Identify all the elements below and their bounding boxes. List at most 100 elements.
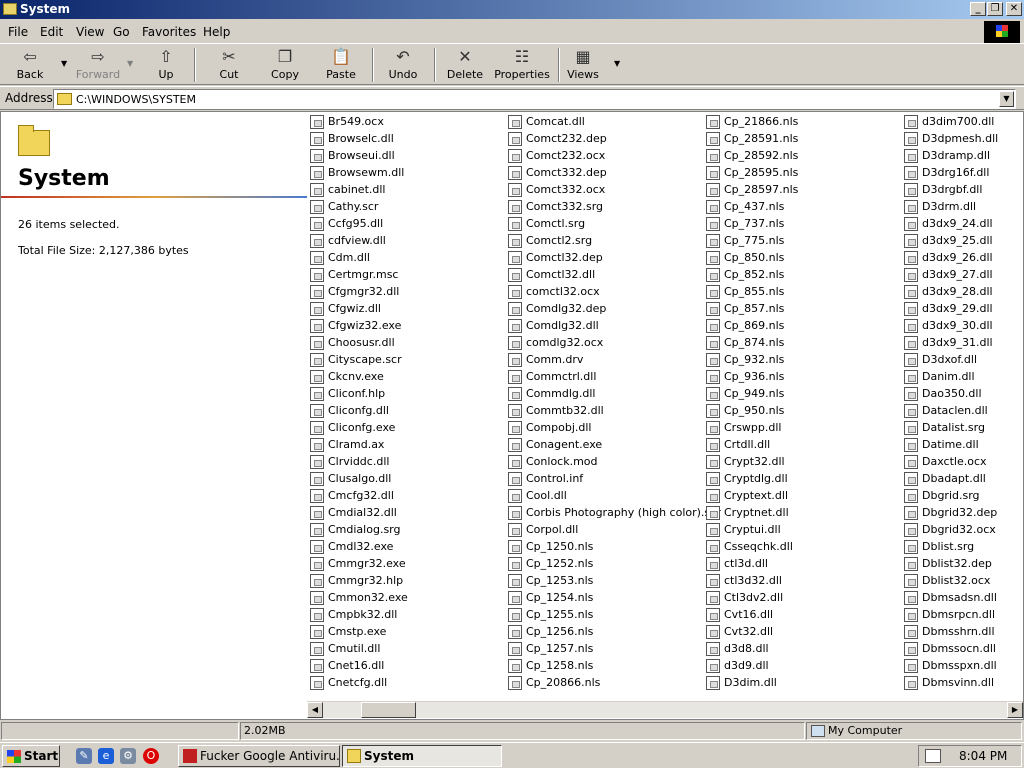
menu-help[interactable]: Help — [203, 25, 230, 39]
file-icon — [904, 455, 918, 469]
file-icon — [508, 642, 522, 656]
file-name: Conagent.exe — [526, 438, 603, 451]
minimize-button[interactable]: _ — [970, 2, 986, 16]
folder-icon — [57, 93, 72, 105]
panel-title: System — [18, 166, 110, 191]
copy-button[interactable]: ❐ Copy — [264, 47, 306, 85]
file-icon — [904, 251, 918, 265]
address-dropdown-button[interactable]: ▼ — [999, 91, 1014, 107]
file-name: ctl3d.dll — [724, 557, 768, 570]
forward-dropdown-arrow[interactable]: ▼ — [127, 59, 133, 68]
cut-button[interactable]: ✂ Cut — [208, 47, 250, 85]
views-dropdown-arrow[interactable]: ▼ — [614, 59, 620, 68]
file-icon — [904, 234, 918, 248]
task-button-antivirus[interactable]: Fucker Google Antiviru... — [178, 745, 340, 767]
file-name: d3d9.dll — [724, 659, 769, 672]
delete-button[interactable]: ✕ Delete — [444, 47, 486, 85]
views-button[interactable]: ▦ Views — [563, 47, 603, 85]
properties-button[interactable]: ☷ Properties — [494, 47, 550, 85]
file-icon — [904, 353, 918, 367]
forward-button[interactable]: ⇨ Forward — [74, 47, 122, 85]
file-icon — [310, 200, 324, 214]
toolbar-separator — [372, 48, 374, 82]
start-button[interactable]: Start — [2, 745, 60, 767]
file-name: Cp_1256.nls — [526, 625, 594, 638]
file-icon — [508, 217, 522, 231]
file-name: Commtb32.dll — [526, 404, 604, 417]
file-icon — [904, 608, 918, 622]
menu-view[interactable]: View — [76, 25, 104, 39]
windows-flag-icon — [7, 750, 21, 763]
file-icon — [706, 166, 720, 180]
file-name: Cryptui.dll — [724, 523, 781, 536]
menu-go[interactable]: Go — [113, 25, 130, 39]
file-name: Datalist.srg — [922, 421, 985, 434]
quicklaunch-desktop-icon[interactable]: ✎ — [76, 748, 92, 764]
file-icon — [904, 217, 918, 231]
file-icon — [508, 506, 522, 520]
file-name: Corbis Photography (high color).scr — [526, 506, 721, 519]
quicklaunch-network-icon[interactable]: ⚙ — [120, 748, 136, 764]
file-name: Cnetcfg.dll — [328, 676, 388, 689]
file-icon — [706, 268, 720, 282]
clock[interactable]: 8:04 PM — [959, 749, 1007, 763]
quicklaunch-ie-icon[interactable]: e — [98, 748, 114, 764]
file-icon — [508, 574, 522, 588]
file-name: Dao350.dll — [922, 387, 982, 400]
file-name: Danim.dll — [922, 370, 975, 383]
file-name: Cp_1252.nls — [526, 557, 594, 570]
address-value[interactable]: C:\WINDOWS\SYSTEM — [76, 93, 196, 106]
file-icon — [904, 642, 918, 656]
close-button[interactable]: ✕ — [1006, 2, 1022, 16]
system-tray: 8:04 PM — [918, 745, 1022, 767]
file-name: Csseqchk.dll — [724, 540, 793, 553]
file-icon — [310, 676, 324, 690]
file-name: Cvt32.dll — [724, 625, 774, 638]
file-name: d3dx9_29.dll — [922, 302, 993, 315]
restore-button[interactable]: ❐ — [987, 2, 1003, 16]
undo-button[interactable]: ↶ Undo — [382, 47, 424, 85]
start-label: Start — [24, 749, 59, 763]
file-icon — [904, 183, 918, 197]
file-icon — [904, 370, 918, 384]
menu-edit[interactable]: Edit — [40, 25, 63, 39]
scroll-right-button[interactable]: ▶ — [1007, 702, 1023, 718]
file-icon — [706, 370, 720, 384]
title-bar[interactable]: System _ ❐ ✕ — [0, 0, 1024, 19]
back-dropdown-arrow[interactable]: ▼ — [61, 59, 67, 68]
file-name: Comctl2.srg — [526, 234, 593, 247]
back-button[interactable]: ⇦ Back — [8, 47, 52, 85]
undo-icon: ↶ — [396, 47, 410, 66]
menu-favorites[interactable]: Favorites — [142, 25, 196, 39]
file-icon — [904, 472, 918, 486]
file-icon — [706, 472, 720, 486]
task-button-system[interactable]: System — [342, 745, 502, 767]
menu-file[interactable]: File — [8, 25, 28, 39]
file-icon — [706, 149, 720, 163]
file-name: d3dx9_24.dll — [922, 217, 993, 230]
file-icon — [904, 421, 918, 435]
file-icon — [706, 676, 720, 690]
paste-button[interactable]: 📋 Paste — [320, 47, 362, 85]
address-field[interactable]: C:\WINDOWS\SYSTEM ▼ — [53, 89, 1016, 109]
status-size: 2.02MB — [240, 722, 805, 740]
file-icon — [508, 251, 522, 265]
file-name: Crypt32.dll — [724, 455, 785, 468]
file-name: Cfgmgr32.dll — [328, 285, 400, 298]
scroll-thumb[interactable] — [361, 702, 416, 718]
file-name: Cmutil.dll — [328, 642, 381, 655]
file-icon — [706, 625, 720, 639]
file-icon — [508, 625, 522, 639]
delete-label: Delete — [446, 68, 484, 81]
file-icon — [310, 251, 324, 265]
quicklaunch-opera-icon[interactable]: O — [143, 748, 159, 764]
up-label: Up — [158, 68, 174, 81]
tray-network-icon[interactable] — [925, 749, 941, 763]
horizontal-scrollbar[interactable]: ◀ ▶ — [307, 701, 1023, 718]
file-icon — [310, 506, 324, 520]
up-button[interactable]: ⇧ Up — [146, 47, 186, 85]
up-folder-icon: ⇧ — [159, 47, 173, 66]
forward-arrow-icon: ⇨ — [91, 47, 105, 66]
file-name: Comctl32.dll — [526, 268, 596, 281]
scroll-left-button[interactable]: ◀ — [307, 702, 323, 718]
